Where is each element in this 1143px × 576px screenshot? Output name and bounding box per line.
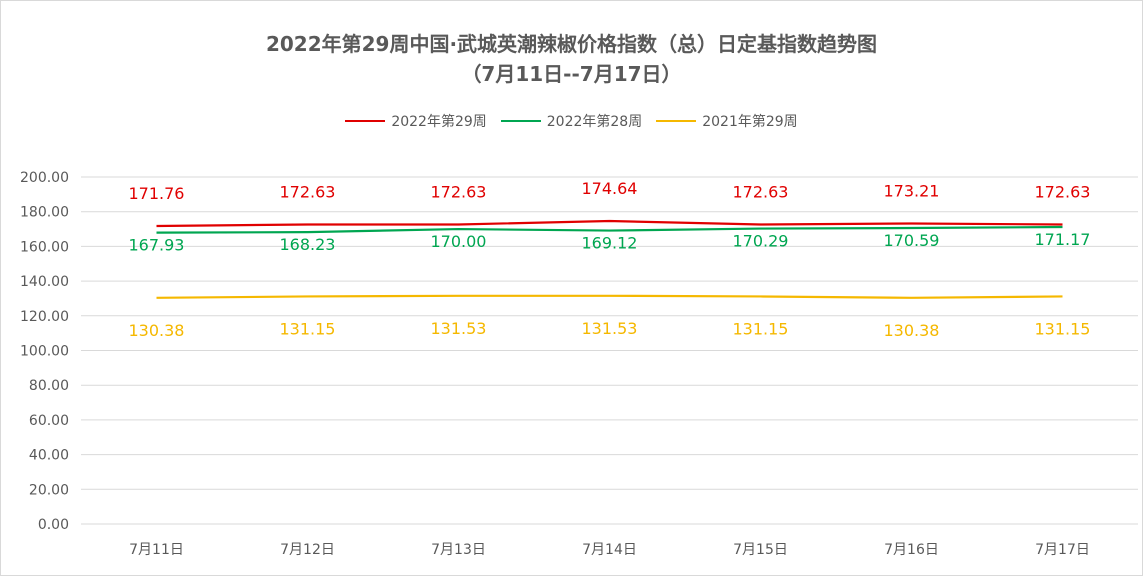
data-label: 170.29 bbox=[733, 232, 789, 251]
data-label: 131.53 bbox=[431, 319, 487, 338]
x-tick-label: 7月16日 bbox=[884, 542, 939, 558]
data-label: 169.12 bbox=[582, 234, 638, 253]
data-label: 174.64 bbox=[582, 179, 638, 198]
x-tick-label: 7月12日 bbox=[280, 542, 335, 558]
data-label: 130.38 bbox=[884, 321, 940, 340]
y-tick-label: 100.00 bbox=[20, 344, 69, 360]
data-label: 167.93 bbox=[129, 236, 185, 255]
y-tick-label: 40.00 bbox=[29, 448, 69, 464]
data-label: 171.17 bbox=[1035, 230, 1091, 249]
x-tick-label: 7月11日 bbox=[129, 542, 184, 558]
y-tick-label: 80.00 bbox=[29, 378, 69, 394]
data-label: 172.63 bbox=[280, 182, 336, 201]
data-label: 131.15 bbox=[733, 319, 789, 338]
series-line-1 bbox=[156, 219, 1063, 228]
data-label: 172.63 bbox=[431, 182, 487, 201]
data-label: 168.23 bbox=[280, 235, 336, 254]
y-tick-label: 20.00 bbox=[29, 482, 69, 498]
chart-frame: 2022年第29周中国·武城英潮辣椒价格指数（总）日定基指数趋势图 （7月11日… bbox=[0, 0, 1143, 576]
x-tick-label: 7月17日 bbox=[1035, 542, 1090, 558]
data-label: 170.00 bbox=[431, 232, 487, 251]
y-tick-label: 200.00 bbox=[20, 170, 69, 186]
data-label: 130.38 bbox=[129, 321, 185, 340]
y-tick-label: 140.00 bbox=[20, 274, 69, 290]
data-label: 172.63 bbox=[1035, 182, 1091, 201]
y-tick-label: 160.00 bbox=[20, 239, 69, 255]
x-tick-label: 7月14日 bbox=[582, 542, 637, 558]
series-line-3 bbox=[156, 294, 1063, 299]
y-tick-label: 0.00 bbox=[38, 517, 69, 533]
data-label: 172.63 bbox=[733, 182, 789, 201]
data-label: 170.59 bbox=[884, 231, 940, 250]
data-label: 131.53 bbox=[582, 319, 638, 338]
data-label: 173.21 bbox=[884, 181, 940, 200]
y-tick-label: 60.00 bbox=[29, 413, 69, 429]
y-tick-label: 180.00 bbox=[20, 205, 69, 221]
y-tick-label: 120.00 bbox=[20, 309, 69, 325]
plot-area: 0.00 20.00 40.00 60.00 80.00 100.00 120.00 140.… bbox=[20, 170, 1138, 558]
x-tick-label: 7月15日 bbox=[733, 542, 788, 558]
data-label: 131.15 bbox=[1035, 319, 1091, 338]
x-tick-label: 7月13日 bbox=[431, 542, 486, 558]
data-label: 171.76 bbox=[129, 184, 185, 203]
data-label: 131.15 bbox=[280, 319, 336, 338]
